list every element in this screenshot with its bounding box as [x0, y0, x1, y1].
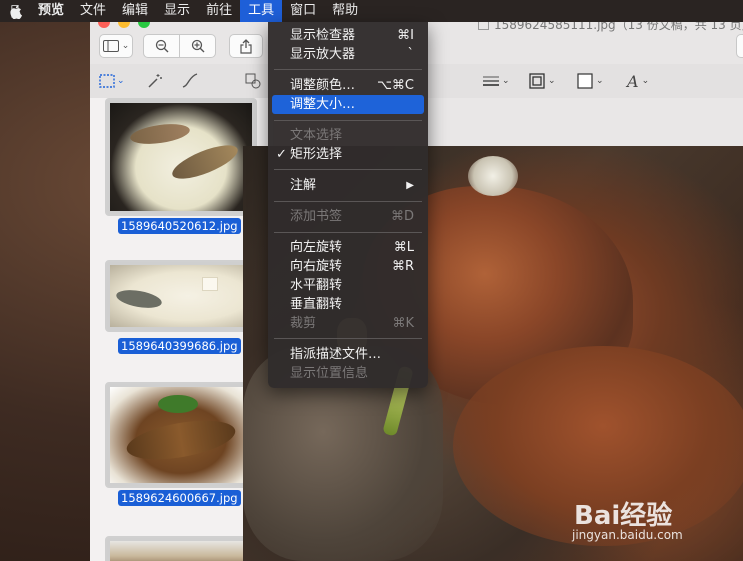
zoom-in-button[interactable]: [179, 34, 216, 58]
line-style-icon: [483, 76, 499, 86]
menu-edit[interactable]: 编辑: [114, 0, 156, 22]
border-color-tool[interactable]: ⌄: [529, 72, 556, 90]
submenu-arrow-icon: ▶: [406, 180, 414, 191]
window-title: 1589624585111.jpg（13 份文稿，共 13 页）: [478, 22, 743, 33]
fish-shape: [114, 287, 164, 311]
thumbnail-label: 1589640520612.jpg: [118, 218, 241, 234]
menu-item-crop[interactable]: 裁剪 ⌘K: [272, 314, 424, 333]
menu-item-adjust-size[interactable]: 调整大小…: [272, 95, 424, 114]
chevron-down-icon: ⌄: [121, 41, 130, 51]
menu-go[interactable]: 前往: [198, 0, 240, 22]
fish-shape: [168, 138, 242, 186]
menu-separator: [274, 338, 422, 339]
menu-separator: [274, 120, 422, 121]
chevron-down-icon: ⌄: [641, 76, 650, 86]
thumbnail-2[interactable]: [105, 260, 257, 332]
menu-item-rotate-left[interactable]: 向左旋转 ⌘L: [272, 238, 424, 257]
zoom-out-button[interactable]: [143, 34, 180, 58]
thumbnail-1[interactable]: [105, 98, 257, 216]
checkmark-icon: ✓: [276, 147, 287, 162]
menu-item-show-inspector[interactable]: 显示检查器 ⌘I: [272, 26, 424, 45]
menu-separator: [274, 232, 422, 233]
menu-item-add-bookmark[interactable]: 添加书签 ⌘D: [272, 207, 424, 226]
menu-separator: [274, 69, 422, 70]
menu-item-flip-vertical[interactable]: 垂直翻转: [272, 295, 424, 314]
menu-file[interactable]: 文件: [72, 0, 114, 22]
menu-preview[interactable]: 预览: [30, 0, 72, 22]
thumbnail-label: 1589640399686.jpg: [118, 338, 241, 354]
thumbnail-3[interactable]: [105, 382, 257, 488]
apple-icon-shape: [10, 5, 22, 19]
shapes-icon: [245, 73, 261, 89]
sidebar-icon: [102, 40, 119, 52]
sidebar-toggle-button[interactable]: ⌄: [99, 34, 133, 58]
fish-shape: [129, 120, 191, 148]
instant-alpha-tool[interactable]: [147, 72, 163, 90]
shapes-tool[interactable]: [245, 72, 261, 90]
text-style-tool[interactable]: A ⌄: [627, 71, 650, 91]
menu-item-show-location-info[interactable]: 显示位置信息: [272, 364, 424, 383]
garnish-shape: [158, 395, 198, 413]
menu-item-show-magnifier[interactable]: 显示放大器 `: [272, 45, 424, 64]
menu-separator: [274, 201, 422, 202]
chevron-down-icon: ⌄: [548, 76, 556, 86]
fill-color-tool[interactable]: ⌄: [577, 72, 604, 90]
thumbnail-label: 1589624600667.jpg: [118, 490, 241, 506]
rect-selection-tool[interactable]: ⌄: [99, 72, 125, 90]
thumbnail-image: [110, 265, 252, 327]
border-color-icon: [529, 73, 545, 89]
menu-view[interactable]: 显示: [156, 0, 198, 22]
tofu-shape: [202, 277, 218, 291]
menubar:  预览 文件 编辑 显示 前往 工具 窗口 帮助: [0, 0, 743, 22]
baidu-watermark-url: jingyan.baidu.com: [572, 528, 683, 542]
zoom-out-icon: [155, 39, 168, 53]
thumbnail-4[interactable]: [105, 536, 257, 561]
chevron-down-icon: ⌄: [502, 76, 510, 86]
chevron-down-icon: ⌄: [117, 76, 125, 86]
rect-selection-icon: [99, 74, 115, 88]
menu-help[interactable]: 帮助: [324, 0, 366, 22]
minimize-window-button[interactable]: [118, 22, 130, 28]
menu-tools[interactable]: 工具: [240, 0, 283, 22]
thumbnail-image: [110, 387, 252, 483]
tools-menu: 显示检查器 ⌘I 显示放大器 ` 调整颜色… ⌥⌘C 调整大小… 文本选择 ✓ 矩形选…: [268, 22, 428, 388]
menu-item-annotate[interactable]: 注解 ▶: [272, 176, 424, 195]
document-icon: [478, 22, 489, 30]
menu-item-assign-profile[interactable]: 指派描述文件…: [272, 345, 424, 364]
sketch-tool[interactable]: [181, 72, 199, 90]
magic-wand-icon: [148, 74, 162, 88]
fish-shape: [123, 413, 239, 467]
fill-color-icon: [577, 73, 593, 89]
menu-item-text-selection[interactable]: 文本选择: [272, 126, 424, 145]
menu-item-flip-horizontal[interactable]: 水平翻转: [272, 276, 424, 295]
apple-menu[interactable]: : [0, 0, 30, 22]
menu-item-rect-selection[interactable]: ✓ 矩形选择: [272, 145, 424, 164]
search-field-edge[interactable]: [736, 34, 743, 58]
share-icon: [240, 38, 252, 54]
chevron-down-icon: ⌄: [596, 76, 604, 86]
pen-icon: [182, 73, 198, 88]
eye-shape: [468, 156, 518, 196]
thumbnail-image: [110, 103, 252, 211]
baidu-watermark: Bai经验: [574, 501, 673, 531]
menu-item-rotate-right[interactable]: 向右旋转 ⌘R: [272, 257, 424, 276]
share-button[interactable]: [229, 34, 263, 58]
menu-item-adjust-color[interactable]: 调整颜色… ⌥⌘C: [272, 76, 424, 95]
menu-separator: [274, 169, 422, 170]
thumbnail-image: [110, 541, 252, 561]
close-window-button[interactable]: [98, 22, 110, 28]
zoom-in-icon: [191, 39, 204, 53]
text-style-icon: A: [627, 71, 639, 91]
zoom-window-button[interactable]: [138, 22, 150, 28]
line-style-tool[interactable]: ⌄: [483, 72, 510, 90]
menu-window[interactable]: 窗口: [282, 0, 324, 22]
